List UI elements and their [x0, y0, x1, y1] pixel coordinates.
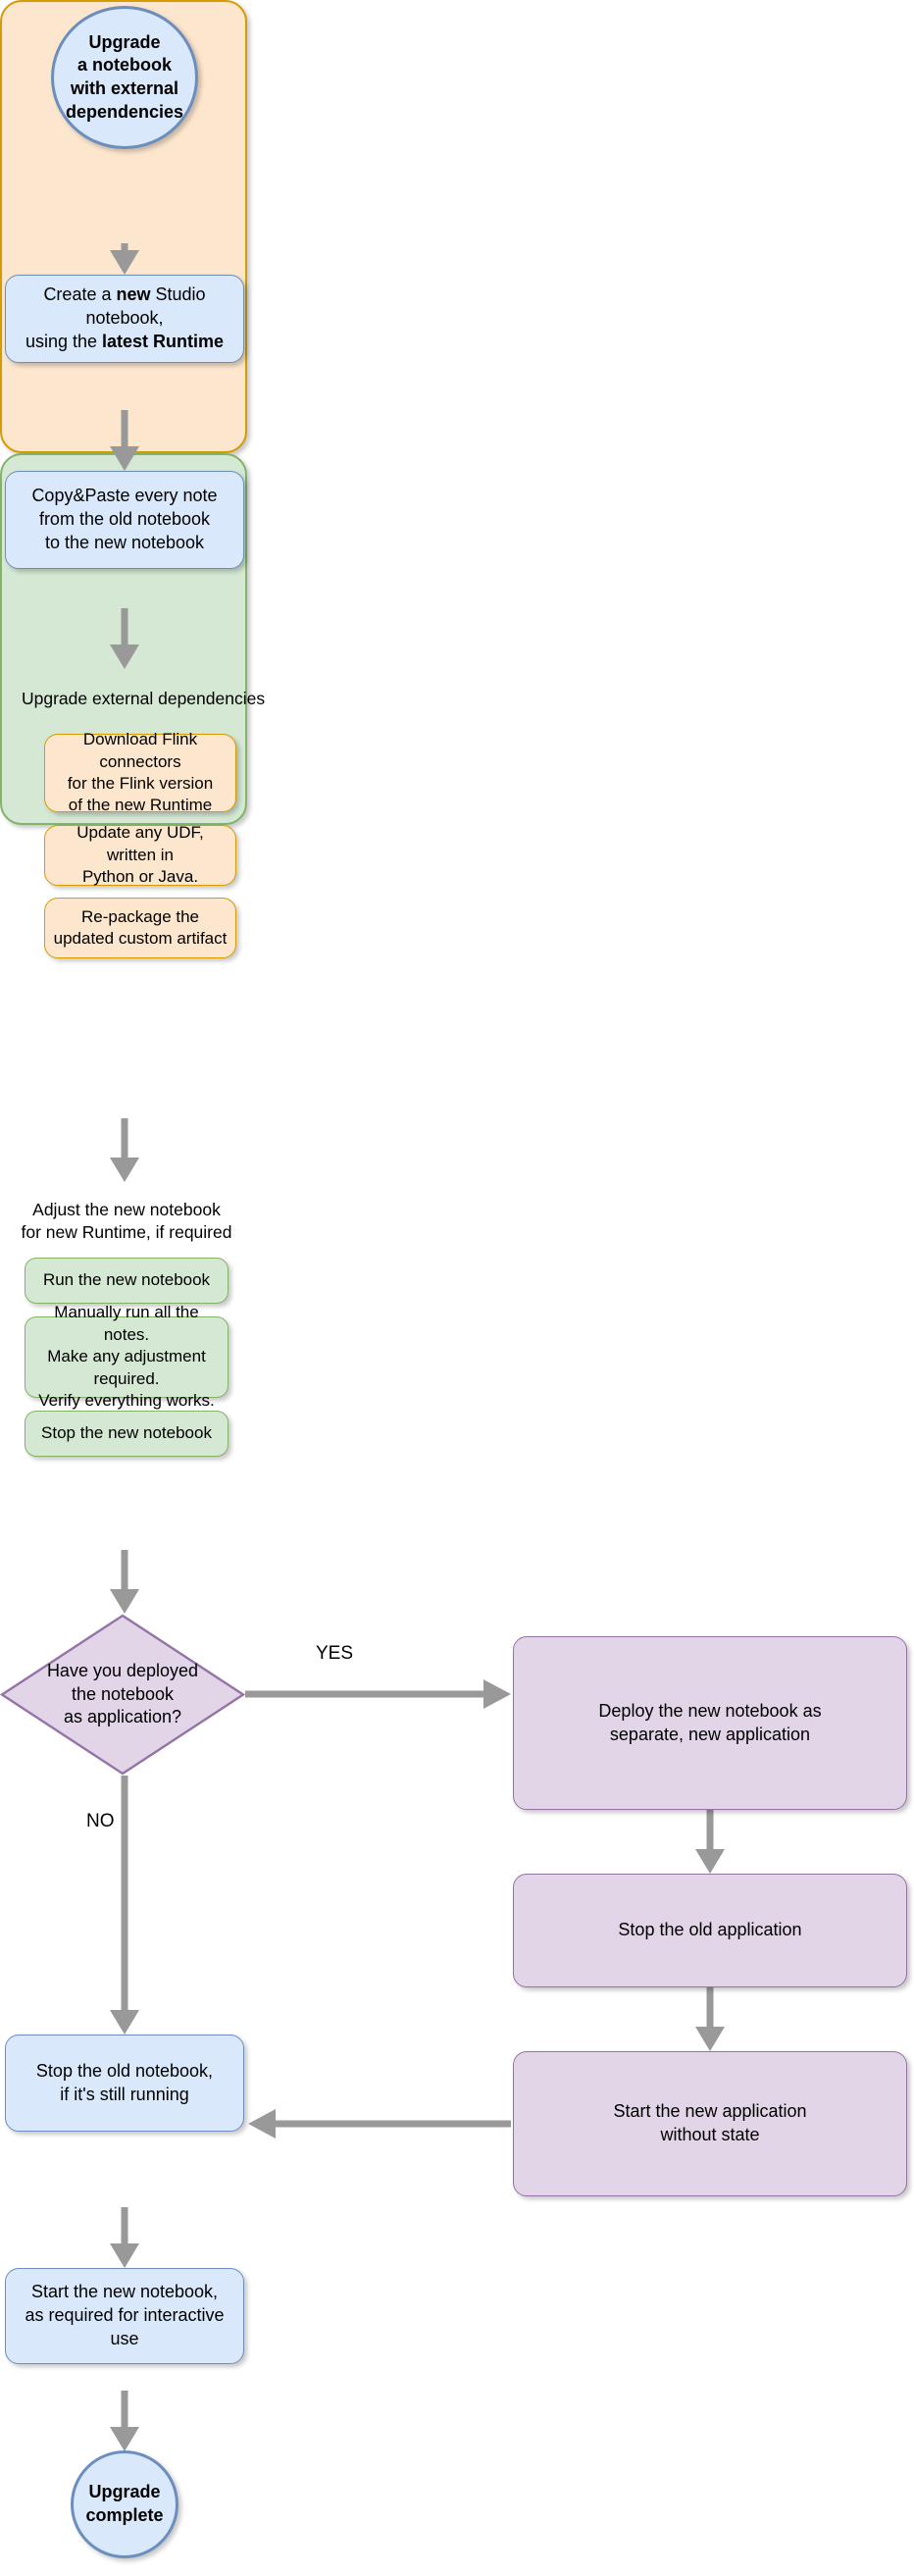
copy-paste-notes-node[interactable]: Copy&Paste every note from the old noteb…: [5, 471, 244, 569]
create-notebook-line-1-bold: new: [116, 284, 151, 305]
download-flink-connectors-line-2: for the Flink version: [67, 774, 214, 793]
stop-new-notebook-node[interactable]: Stop the new notebook: [25, 1411, 228, 1457]
manually-run-notes-line-3: Verify everything works.: [38, 1391, 215, 1411]
manually-run-notes-line-1: Manually run all the notes.: [54, 1303, 199, 1344]
create-notebook-line-2: using the latest Runtime: [12, 331, 237, 354]
edge-label-yes: YES: [316, 1643, 354, 1664]
adjust-new-notebook-group-title: Adjust the new notebook for new Runtime,…: [5, 1199, 248, 1244]
download-flink-connectors-line-1: Download Flink connectors: [82, 730, 198, 771]
start-node[interactable]: Upgrade a notebook with external depende…: [51, 6, 198, 149]
start-new-application-line-2: without state: [660, 2125, 760, 2144]
edge-label-no: NO: [86, 1811, 115, 1831]
deployment-decision-node[interactable]: Have you deployed the notebook as applic…: [0, 1614, 246, 1776]
start-node-line-3: with external: [70, 78, 179, 98]
stop-old-notebook-line-2: if it's still running: [60, 2084, 189, 2104]
run-new-notebook-label: Run the new notebook: [42, 1270, 211, 1290]
copy-paste-line-1: Copy&Paste every note: [31, 486, 218, 506]
repackage-artifact-node[interactable]: Re-package the updated custom artifact: [44, 898, 236, 958]
create-notebook-line-2-bold: latest Runtime: [102, 331, 225, 351]
stop-old-application-label: Stop the old application: [618, 1920, 802, 1940]
start-new-notebook-line-1: Start the new notebook,: [30, 2282, 219, 2302]
start-node-line-2: a notebook: [76, 55, 172, 76]
create-notebook-line-1: Create a new Studio notebook,: [12, 283, 237, 331]
create-notebook-line-2-pre: using the: [25, 331, 103, 351]
run-new-notebook-node[interactable]: Run the new notebook: [25, 1258, 228, 1304]
start-node-line-1: Upgrade: [88, 31, 161, 52]
update-udf-line-1: Update any UDF, written in: [76, 823, 204, 864]
stop-old-application-node[interactable]: Stop the old application: [513, 1874, 907, 1987]
manually-run-notes-node[interactable]: Manually run all the notes. Make any adj…: [25, 1303, 228, 1410]
stop-old-notebook-line-1: Stop the old notebook,: [35, 2060, 214, 2081]
start-new-application-node[interactable]: Start the new application without state: [513, 2051, 907, 2196]
download-flink-connectors-node[interactable]: Download Flink connectors for the Flink …: [44, 730, 236, 814]
manually-run-notes-line-2: Make any adjustment required.: [47, 1347, 206, 1388]
start-new-application-line-1: Start the new application: [613, 2101, 807, 2122]
create-notebook-line-1-pre: Create a: [43, 284, 117, 305]
repackage-artifact-line-1: Re-package the: [80, 906, 200, 926]
update-udf-node[interactable]: Update any UDF, written in Python or Jav…: [44, 823, 236, 887]
copy-paste-line-2: from the old notebook: [38, 509, 211, 530]
start-node-line-4: dependencies: [65, 101, 184, 122]
repackage-artifact-line-2: updated custom artifact: [53, 929, 228, 948]
update-udf-line-2: Python or Java.: [81, 867, 199, 887]
flowchart-canvas: Upgrade a notebook with external depende…: [0, 0, 914, 2576]
end-node[interactable]: Upgrade complete: [71, 2450, 178, 2558]
end-node-line-2: complete: [85, 2505, 164, 2525]
deploy-new-notebook-line-1: Deploy the new notebook as: [598, 1700, 822, 1721]
stop-new-notebook-label: Stop the new notebook: [41, 1423, 212, 1443]
adjust-group-title-line-1: Adjust the new notebook: [32, 1200, 221, 1219]
create-new-studio-notebook-node[interactable]: Create a new Studio notebook, using the …: [5, 275, 244, 363]
stop-old-notebook-node[interactable]: Stop the old notebook, if it's still run…: [5, 2035, 244, 2132]
deploy-new-notebook-node[interactable]: Deploy the new notebook as separate, new…: [513, 1636, 907, 1810]
start-new-notebook-node[interactable]: Start the new notebook, as required for …: [5, 2268, 244, 2364]
adjust-group-title-line-2: for new Runtime, if required: [21, 1222, 232, 1243]
deploy-new-notebook-line-2: separate, new application: [609, 1724, 811, 1744]
download-flink-connectors-line-3: of the new Runtime: [68, 796, 213, 815]
copy-paste-line-3: to the new notebook: [44, 532, 205, 552]
upgrade-external-dependencies-group-title: Upgrade external dependencies: [22, 689, 266, 708]
start-new-notebook-line-2: as required for interactive use: [25, 2305, 225, 2348]
end-node-line-1: Upgrade: [88, 2482, 161, 2502]
